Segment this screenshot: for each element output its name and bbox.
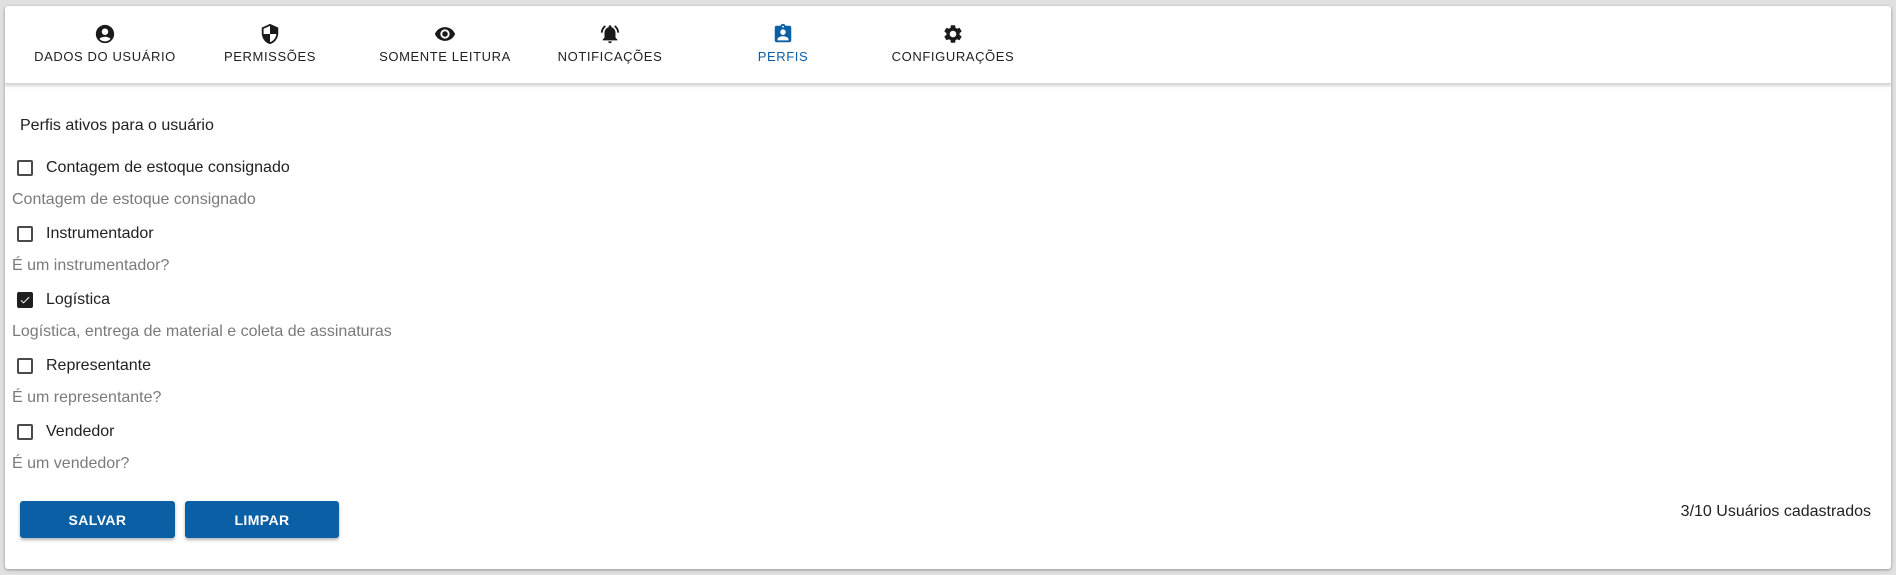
tab-label: NOTIFICAÇÕES: [557, 49, 663, 64]
profile-option-logistica[interactable]: Logística: [12, 288, 110, 312]
option-label: Instrumentador: [46, 225, 154, 242]
eye-icon: [433, 22, 457, 46]
user-count-text: 3/10 Usuários cadastrados: [1680, 503, 1871, 520]
save-button[interactable]: SALVAR: [20, 501, 175, 538]
option-label: Vendedor: [46, 423, 115, 440]
profile-option-vendedor[interactable]: Vendedor: [12, 420, 115, 444]
tab-configuracoes[interactable]: CONFIGURAÇÕES: [883, 6, 1023, 83]
tab-label: DADOS DO USUÁRIO: [34, 49, 176, 64]
account-circle-icon: [93, 22, 117, 46]
profile-option-contagem[interactable]: Contagem de estoque consignado: [12, 156, 290, 180]
shield-icon: [258, 22, 282, 46]
checkbox[interactable]: [17, 424, 33, 440]
option-description: É um instrumentador?: [12, 257, 170, 274]
option-description: Contagem de estoque consignado: [12, 191, 256, 208]
clear-button[interactable]: LIMPAR: [185, 501, 339, 538]
option-label: Contagem de estoque consignado: [46, 159, 290, 176]
tab-somente-leitura[interactable]: SOMENTE LEITURA: [370, 6, 520, 83]
bell-ringing-icon: [598, 22, 622, 46]
profiles-section-title: Perfis ativos para o usuário: [20, 117, 214, 134]
profile-option-instrumentador[interactable]: Instrumentador: [12, 222, 154, 246]
checkbox[interactable]: [17, 358, 33, 374]
tab-perfis[interactable]: PERFIS: [728, 6, 838, 83]
option-label: Representante: [46, 357, 151, 374]
tab-label: PERMISSÕES: [224, 49, 316, 64]
tab-notificacoes[interactable]: NOTIFICAÇÕES: [545, 6, 675, 83]
checkbox[interactable]: [17, 160, 33, 176]
tab-bar: DADOS DO USUÁRIO PERMISSÕES SOMENTE LEIT…: [5, 6, 1891, 84]
tab-label: PERFIS: [757, 49, 809, 64]
gear-icon: [941, 22, 965, 46]
option-label: Logística: [46, 291, 111, 308]
option-description: Logística, entrega de material e coleta …: [12, 323, 392, 340]
checkbox-checked[interactable]: [17, 292, 33, 308]
tab-dados-do-usuario[interactable]: DADOS DO USUÁRIO: [25, 6, 185, 83]
checkbox[interactable]: [17, 226, 33, 242]
badge-icon: [771, 22, 795, 46]
option-description: É um representante?: [12, 389, 162, 406]
tab-permissoes[interactable]: PERMISSÕES: [205, 6, 335, 83]
check-icon: [20, 296, 30, 304]
user-settings-card: DADOS DO USUÁRIO PERMISSÕES SOMENTE LEIT…: [5, 6, 1891, 569]
option-description: É um vendedor?: [12, 455, 130, 472]
tab-label: CONFIGURAÇÕES: [891, 49, 1015, 64]
tab-label: SOMENTE LEITURA: [379, 49, 511, 64]
profile-option-representante[interactable]: Representante: [12, 354, 151, 378]
